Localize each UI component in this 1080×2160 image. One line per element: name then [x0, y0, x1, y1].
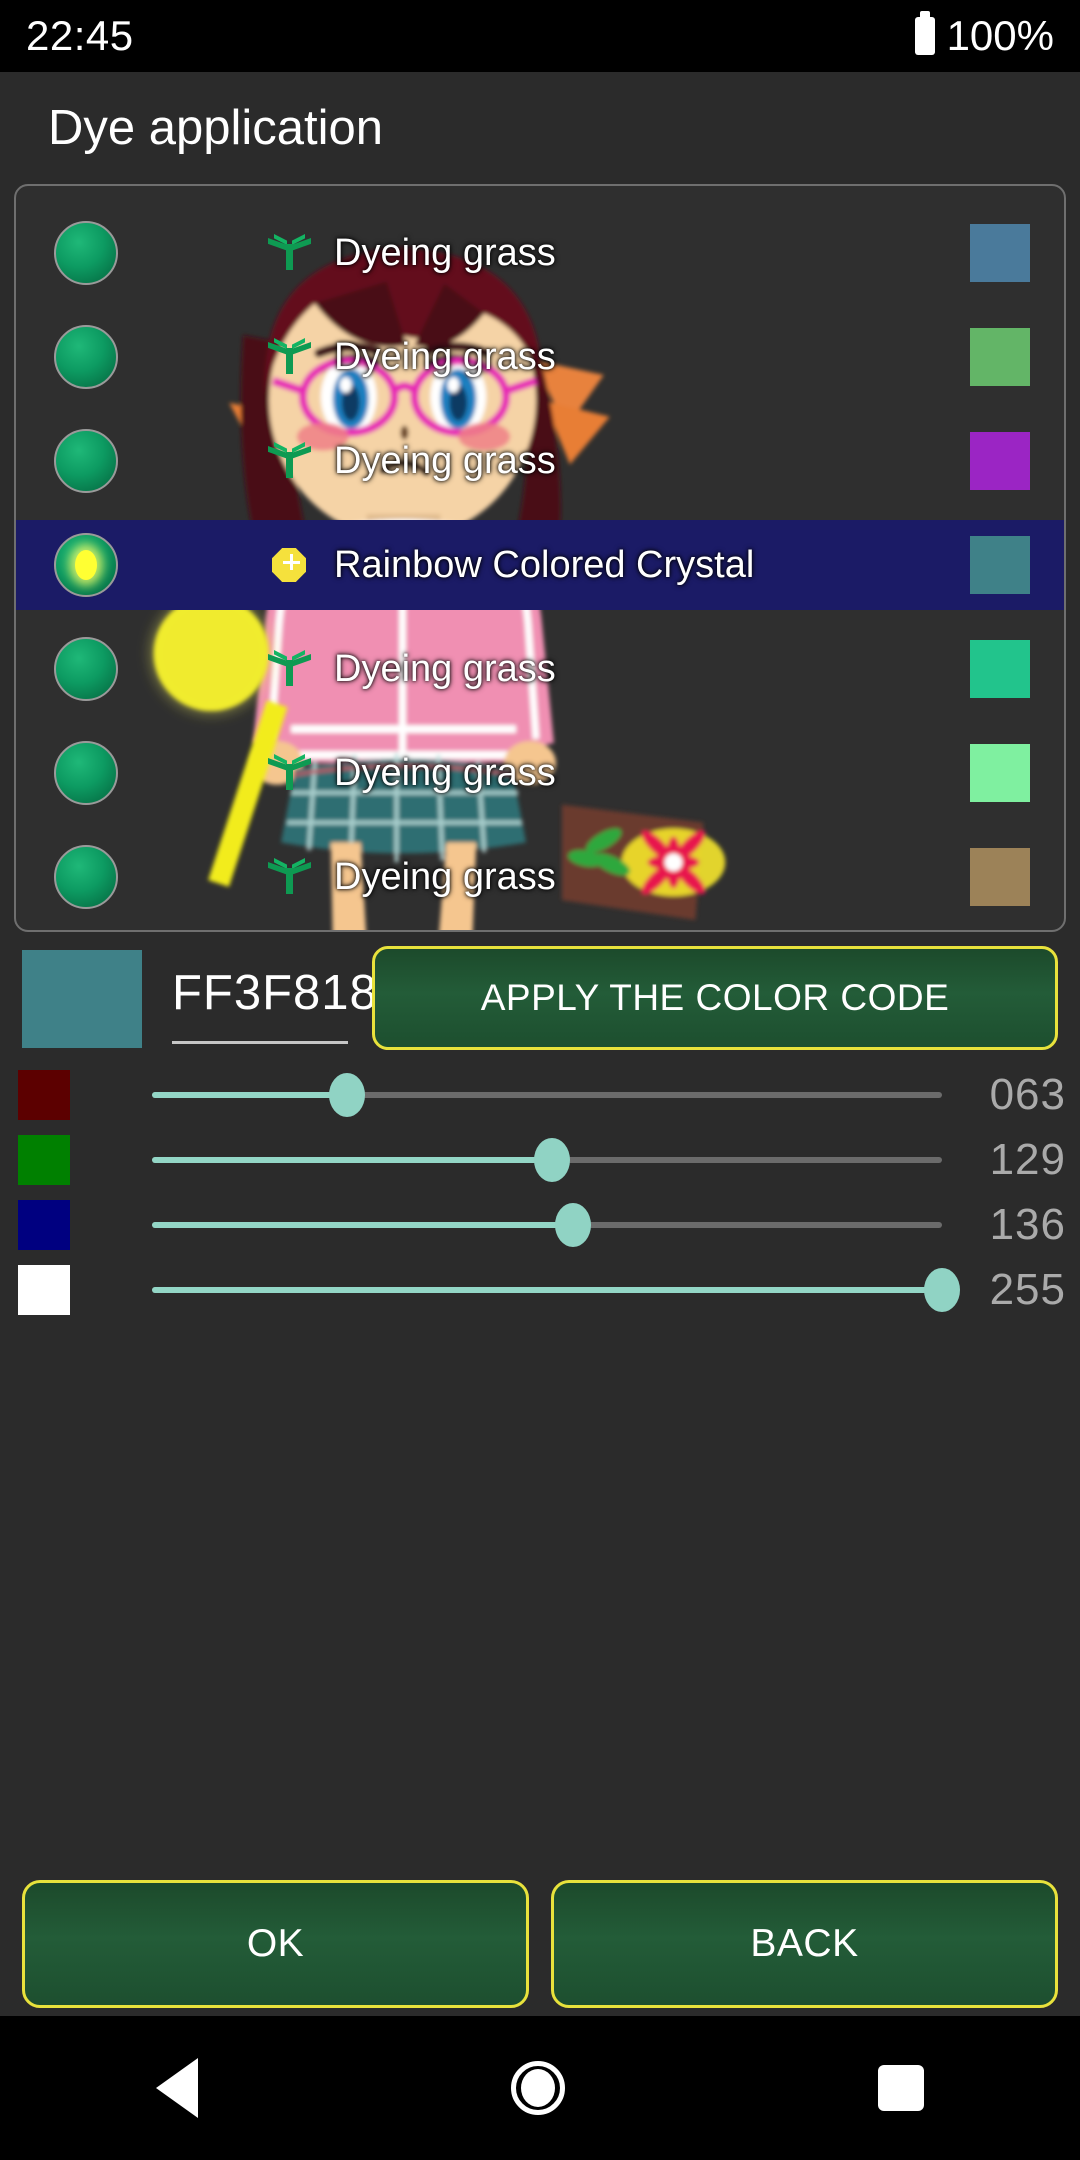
slider-fill: [152, 1286, 942, 1293]
slider-red[interactable]: [152, 1065, 942, 1125]
color-swatch[interactable]: [970, 744, 1030, 802]
list-item[interactable]: Dyeing grass: [16, 416, 1064, 506]
channel-swatch-red: [18, 1069, 70, 1120]
radio-button-selected[interactable]: [54, 533, 118, 597]
sprout-icon: [266, 854, 312, 900]
slider-row-blue: 136: [0, 1192, 1080, 1257]
channel-value-green: 129: [989, 1134, 1066, 1184]
ok-button[interactable]: OK: [22, 1880, 529, 2008]
slider-fill: [152, 1091, 348, 1098]
color-code-input[interactable]: FF3F8188: [172, 950, 407, 1048]
radio-button[interactable]: [54, 221, 118, 285]
color-preview-swatch: [22, 950, 142, 1048]
color-swatch[interactable]: [970, 536, 1030, 594]
app-bar: Dye application: [0, 72, 1080, 184]
slider-blue[interactable]: [152, 1195, 942, 1255]
status-bar: 22:45 100%: [0, 0, 1080, 72]
slider-thumb[interactable]: [555, 1202, 592, 1247]
sprout-icon: [266, 438, 312, 484]
slider-thumb[interactable]: [329, 1072, 366, 1117]
channel-value-red: 063: [989, 1069, 1066, 1119]
list-item-selected[interactable]: Rainbow Colored Crystal: [16, 520, 1064, 610]
input-underline: [172, 1041, 348, 1044]
slider-row-green: 129: [0, 1127, 1080, 1192]
back-button[interactable]: BACK: [551, 1880, 1058, 2008]
channel-value-blue: 136: [989, 1199, 1066, 1249]
dye-list-panel: Dyeing grass Dyeing grass Dyeing grass R…: [14, 184, 1066, 932]
radio-button[interactable]: [54, 325, 118, 389]
sprout-icon: [266, 750, 312, 796]
color-code-value: FF3F8188: [172, 966, 407, 1020]
battery-full-icon: [914, 11, 935, 55]
list-item-label: Dyeing grass: [334, 647, 556, 690]
slider-row-alpha: 255: [0, 1257, 1080, 1322]
color-code-row: FF3F8188 APPLY THE COLOR CODE: [0, 946, 1080, 1058]
slider-green[interactable]: [152, 1130, 942, 1190]
list-item[interactable]: Dyeing grass: [16, 624, 1064, 714]
color-swatch[interactable]: [970, 432, 1030, 490]
rgba-sliders: 063 129 136 255: [0, 1062, 1080, 1322]
color-swatch[interactable]: [970, 224, 1030, 282]
list-item-label: Dyeing grass: [334, 751, 556, 794]
apply-color-code-button[interactable]: APPLY THE COLOR CODE: [372, 946, 1058, 1050]
sprout-icon: [266, 646, 312, 692]
radio-button[interactable]: [54, 429, 118, 493]
channel-value-alpha: 255: [989, 1264, 1066, 1314]
slider-fill: [152, 1156, 552, 1163]
list-item-label: Dyeing grass: [334, 855, 556, 898]
page-title: Dye application: [48, 101, 384, 155]
triangle-back-icon[interactable]: [156, 2058, 199, 2118]
list-item[interactable]: Dyeing grass: [16, 832, 1064, 922]
list-item-label: Rainbow Colored Crystal: [334, 543, 755, 586]
circle-home-icon[interactable]: [510, 2061, 565, 2115]
channel-swatch-green: [18, 1134, 70, 1185]
list-item-label: Dyeing grass: [334, 231, 556, 274]
list-item[interactable]: Dyeing grass: [16, 208, 1064, 298]
app-screen: 22:45 100% Dye application Dyeing grass …: [0, 0, 1080, 2160]
system-navigation-bar: [0, 2016, 1080, 2160]
sprout-icon: [266, 230, 312, 276]
square-recents-icon[interactable]: [877, 2065, 924, 2111]
slider-row-red: 063: [0, 1062, 1080, 1127]
slider-thumb[interactable]: [533, 1137, 570, 1182]
slider-thumb[interactable]: [924, 1267, 960, 1312]
radio-button[interactable]: [54, 741, 118, 805]
list-item-label: Dyeing grass: [334, 335, 556, 378]
list-item-label: Dyeing grass: [334, 439, 556, 482]
channel-swatch-blue: [18, 1199, 70, 1250]
list-item[interactable]: Dyeing grass: [16, 312, 1064, 402]
radio-button[interactable]: [54, 637, 118, 701]
status-right-cluster: 100%: [914, 11, 1054, 60]
channel-swatch-alpha: [18, 1264, 70, 1315]
status-time: 22:45: [26, 12, 134, 59]
footer-buttons: OK BACK: [0, 1880, 1080, 2008]
slider-fill: [152, 1221, 574, 1228]
color-swatch[interactable]: [970, 640, 1030, 698]
color-swatch[interactable]: [970, 328, 1030, 386]
sprout-icon: [266, 334, 312, 380]
radio-button[interactable]: [54, 845, 118, 909]
list-item[interactable]: Dyeing grass: [16, 728, 1064, 818]
slider-alpha[interactable]: [152, 1260, 960, 1320]
crystal-icon: [266, 542, 312, 588]
color-swatch[interactable]: [970, 848, 1030, 906]
status-battery-percent: 100%: [946, 12, 1054, 59]
